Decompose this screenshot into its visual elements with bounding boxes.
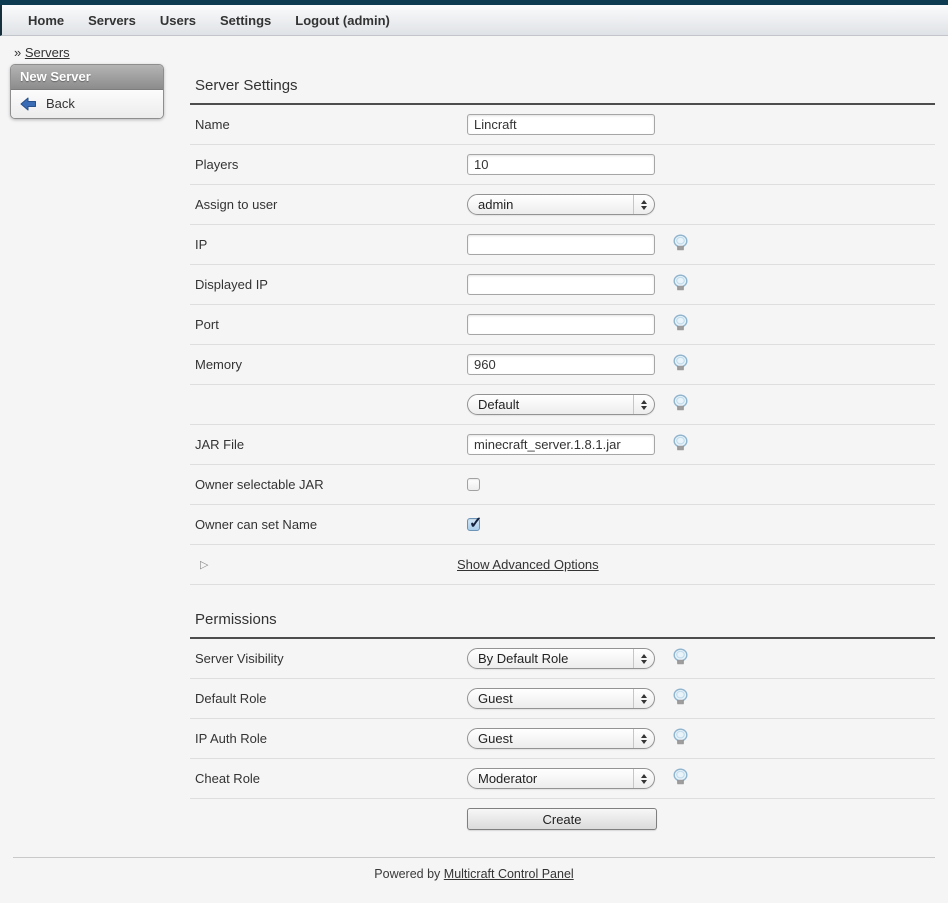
main-content: Server Settings Name Players Assign to u… <box>190 64 935 839</box>
footer-text: Powered by <box>374 867 440 881</box>
footer: Powered by Multicraft Control Panel <box>13 857 935 881</box>
nav-item-servers[interactable]: Servers <box>88 13 136 28</box>
server-settings-heading: Server Settings <box>190 64 935 105</box>
back-button[interactable]: Back <box>11 90 163 118</box>
help-bulb-icon[interactable] <box>672 434 689 455</box>
breadcrumb: » Servers <box>0 36 948 64</box>
cheat-role-select[interactable]: Moderator <box>467 768 655 789</box>
assign-to-user-select[interactable]: admin <box>467 194 655 215</box>
jar-file-input[interactable] <box>467 434 655 455</box>
form-row-advanced-toggle: ▷ Show Advanced Options <box>190 545 935 585</box>
nav-item-settings[interactable]: Settings <box>220 13 271 28</box>
form-row-owner-can-set-name: Owner can set Name <box>190 505 935 545</box>
owner-can-set-name-checkbox[interactable] <box>467 518 480 531</box>
displayed-ip-label: Displayed IP <box>190 277 467 292</box>
form-row-assign-to-user: Assign to user admin <box>190 185 935 225</box>
create-button[interactable]: Create <box>467 808 657 830</box>
permissions-heading: Permissions <box>190 585 935 639</box>
assign-to-user-label: Assign to user <box>190 197 467 212</box>
expand-triangle-icon[interactable]: ▷ <box>190 558 457 571</box>
name-label: Name <box>190 117 467 132</box>
owner-can-set-name-label: Owner can set Name <box>190 517 467 532</box>
ip-auth-role-select[interactable]: Guest <box>467 728 655 749</box>
assign-to-user-selected-value: admin <box>468 197 633 212</box>
sidebar-title: New Server <box>11 65 163 90</box>
server-visibility-label: Server Visibility <box>190 651 467 666</box>
breadcrumb-servers-link[interactable]: Servers <box>25 45 70 60</box>
back-button-label: Back <box>46 96 75 111</box>
form-row-server-visibility: Server Visibility By Default Role <box>190 639 935 679</box>
back-arrow-icon <box>20 97 37 111</box>
help-bulb-icon[interactable] <box>672 354 689 375</box>
port-input[interactable] <box>467 314 655 335</box>
nav-item-users[interactable]: Users <box>160 13 196 28</box>
default-role-label: Default Role <box>190 691 467 706</box>
port-label: Port <box>190 317 467 332</box>
owner-selectable-jar-checkbox[interactable] <box>467 478 480 491</box>
help-bulb-icon[interactable] <box>672 274 689 295</box>
jar-file-label: JAR File <box>190 437 467 452</box>
form-row-players: Players <box>190 145 935 185</box>
select-arrows-icon <box>633 649 654 668</box>
form-row-displayed-ip: Displayed IP <box>190 265 935 305</box>
memory-input[interactable] <box>467 354 655 375</box>
help-bulb-icon[interactable] <box>672 394 689 415</box>
form-row-ip: IP <box>190 225 935 265</box>
server-visibility-select[interactable]: By Default Role <box>467 648 655 669</box>
help-bulb-icon[interactable] <box>672 314 689 335</box>
memory-type-select[interactable]: Default <box>467 394 655 415</box>
form-row-default-role: Default Role Guest <box>190 679 935 719</box>
form-row-jar-file: JAR File <box>190 425 935 465</box>
main-nav: Home Servers Users Settings Logout (admi… <box>0 5 948 36</box>
displayed-ip-input[interactable] <box>467 274 655 295</box>
form-row-memory-type: Default <box>190 385 935 425</box>
select-arrows-icon <box>633 395 654 414</box>
help-bulb-icon[interactable] <box>672 768 689 789</box>
memory-type-selected-value: Default <box>468 397 633 412</box>
nav-item-logout[interactable]: Logout (admin) <box>295 13 390 28</box>
cheat-role-selected-value: Moderator <box>468 771 633 786</box>
ip-auth-role-selected-value: Guest <box>468 731 633 746</box>
select-arrows-icon <box>633 689 654 708</box>
select-arrows-icon <box>633 195 654 214</box>
default-role-selected-value: Guest <box>468 691 633 706</box>
help-bulb-icon[interactable] <box>672 234 689 255</box>
select-arrows-icon <box>633 729 654 748</box>
default-role-select[interactable]: Guest <box>467 688 655 709</box>
cheat-role-label: Cheat Role <box>190 771 467 786</box>
footer-multicraft-link[interactable]: Multicraft Control Panel <box>444 867 574 881</box>
memory-label: Memory <box>190 357 467 372</box>
form-row-owner-selectable-jar: Owner selectable JAR <box>190 465 935 505</box>
sidebar-panel: New Server Back <box>10 64 164 119</box>
form-row-cheat-role: Cheat Role Moderator <box>190 759 935 799</box>
name-input[interactable] <box>467 114 655 135</box>
form-row-name: Name <box>190 105 935 145</box>
ip-auth-role-label: IP Auth Role <box>190 731 467 746</box>
breadcrumb-prefix: » <box>14 45 21 60</box>
form-row-ip-auth-role: IP Auth Role Guest <box>190 719 935 759</box>
select-arrows-icon <box>633 769 654 788</box>
form-row-port: Port <box>190 305 935 345</box>
help-bulb-icon[interactable] <box>672 688 689 709</box>
owner-selectable-jar-label: Owner selectable JAR <box>190 477 467 492</box>
players-label: Players <box>190 157 467 172</box>
help-bulb-icon[interactable] <box>672 648 689 669</box>
ip-input[interactable] <box>467 234 655 255</box>
ip-label: IP <box>190 237 467 252</box>
form-row-memory: Memory <box>190 345 935 385</box>
show-advanced-options-link[interactable]: Show Advanced Options <box>457 557 599 572</box>
help-bulb-icon[interactable] <box>672 728 689 749</box>
players-input[interactable] <box>467 154 655 175</box>
server-visibility-selected-value: By Default Role <box>468 651 633 666</box>
nav-item-home[interactable]: Home <box>28 13 64 28</box>
form-row-create: Create <box>190 799 935 839</box>
